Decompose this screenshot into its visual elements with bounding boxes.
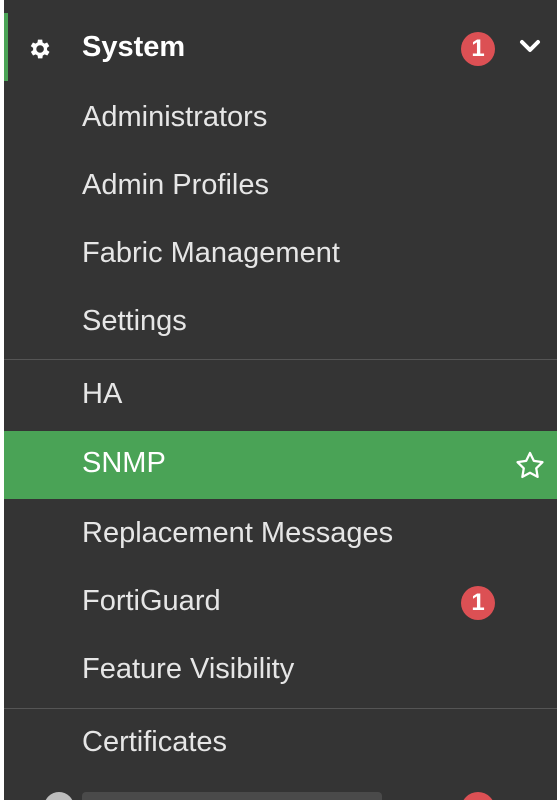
- menu-item-ha[interactable]: HA: [4, 362, 557, 430]
- menu-item-label: SNMP: [82, 447, 166, 479]
- chevron-down-icon[interactable]: [519, 39, 541, 55]
- menu-item-label: Settings: [82, 305, 187, 337]
- menu-divider: [4, 359, 557, 360]
- menu-item-settings[interactable]: Settings: [4, 289, 557, 357]
- menu-divider: [4, 708, 557, 709]
- notification-badge: 1: [461, 32, 495, 66]
- menu-item-label: Feature Visibility: [82, 653, 295, 685]
- menu-item-label: Replacement Messages: [82, 517, 394, 549]
- menu-item-label: HA: [82, 378, 123, 410]
- menu-item-fabric-management[interactable]: Fabric Management: [4, 221, 557, 289]
- menu-item-feature-visibility[interactable]: Feature Visibility: [4, 637, 557, 705]
- sidebar-section-system[interactable]: System 1: [4, 13, 557, 81]
- menu-item-fortiguard[interactable]: FortiGuard 1: [4, 569, 557, 637]
- menu-item-replacement-messages[interactable]: Replacement Messages: [4, 501, 557, 569]
- menu-item-label: Administrators: [82, 101, 268, 133]
- menu-item-admin-profiles[interactable]: Admin Profiles: [4, 153, 557, 221]
- menu-item-certificates[interactable]: Certificates: [4, 710, 557, 778]
- notification-badge: [461, 792, 495, 800]
- sidebar: System 1 Administrators Admin Profiles F…: [4, 0, 557, 800]
- menu-item-label: Certificates: [82, 726, 228, 758]
- gear-icon: [30, 39, 50, 59]
- menu-item-label: FortiGuard: [82, 585, 221, 617]
- section-title: System: [82, 31, 186, 63]
- star-outline-icon[interactable]: [513, 449, 547, 483]
- menu-item-administrators[interactable]: Administrators: [4, 85, 557, 153]
- menu-item-label: Fabric Management: [82, 237, 340, 269]
- menu-item-snmp[interactable]: SNMP: [4, 431, 557, 499]
- globe-icon: [44, 792, 74, 800]
- menu-item-label: Admin Profiles: [82, 169, 269, 201]
- section-title-cropped: [82, 792, 382, 800]
- notification-badge: 1: [461, 586, 495, 620]
- active-section-accent: [4, 13, 8, 81]
- sidebar-section-next[interactable]: [4, 770, 557, 800]
